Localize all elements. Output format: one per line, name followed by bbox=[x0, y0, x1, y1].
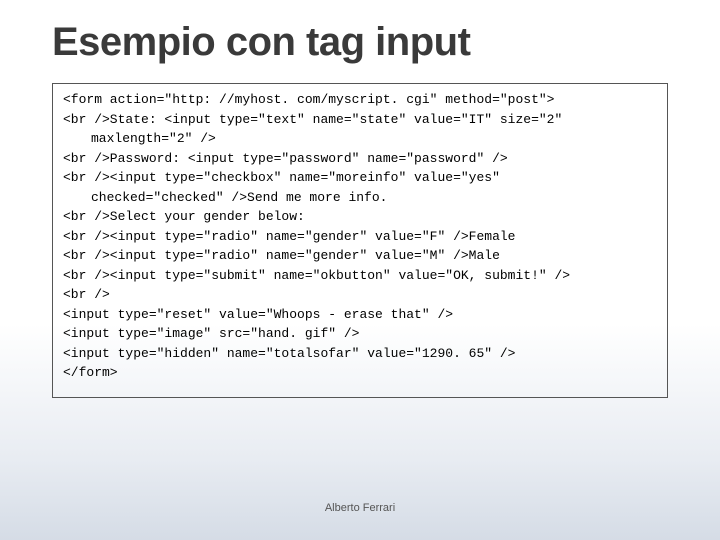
code-line: <br /><input type="radio" name="gender" … bbox=[63, 227, 657, 247]
code-line: <br /><input type="checkbox" name="morei… bbox=[63, 168, 657, 188]
code-line: <input type="reset" value="Whoops - eras… bbox=[63, 305, 657, 325]
code-line: <br /><input type="radio" name="gender" … bbox=[63, 246, 657, 266]
code-line: <br />Password: <input type="password" n… bbox=[63, 149, 657, 169]
code-line: <br />State: <input type="text" name="st… bbox=[63, 110, 657, 130]
code-line: <input type="hidden" name="totalsofar" v… bbox=[63, 344, 657, 364]
code-line: <br />Select your gender below: bbox=[63, 207, 657, 227]
code-line: <br /><input type="submit" name="okbutto… bbox=[63, 266, 657, 286]
code-line: checked="checked" />Send me more info. bbox=[63, 188, 657, 208]
code-line: maxlength="2" /> bbox=[63, 129, 657, 149]
code-line: <form action="http: //myhost. com/myscri… bbox=[63, 90, 657, 110]
slide-title: Esempio con tag input bbox=[0, 0, 720, 65]
code-line: <br /> bbox=[63, 285, 657, 305]
footer-author: Alberto Ferrari bbox=[0, 502, 720, 514]
code-line: <input type="image" src="hand. gif" /> bbox=[63, 324, 657, 344]
code-block: <form action="http: //myhost. com/myscri… bbox=[52, 83, 668, 398]
code-line: </form> bbox=[63, 363, 657, 383]
